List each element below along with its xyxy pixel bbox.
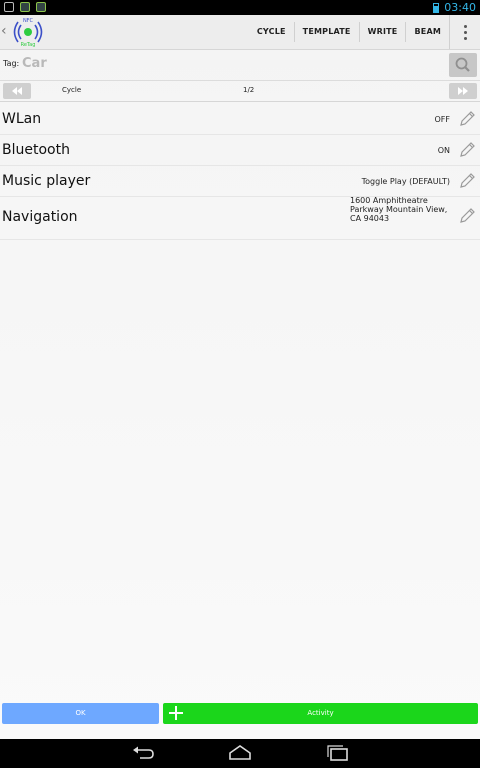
list-item[interactable]: WLan OFF — [0, 104, 480, 135]
edit-pencil-icon[interactable] — [458, 172, 476, 190]
logo-text-bottom: ReTag — [21, 42, 36, 48]
back-icon[interactable] — [130, 743, 156, 763]
write-action[interactable]: WRITE — [358, 22, 406, 42]
profile-name: Cycle — [62, 86, 82, 94]
recent-apps-icon[interactable] — [325, 743, 351, 763]
list-item[interactable]: Navigation 1600 Amphitheatre Parkway Mou… — [0, 196, 480, 240]
add-activity-button[interactable]: Activity — [163, 703, 478, 724]
item-label: WLan — [2, 111, 42, 127]
overflow-menu-icon[interactable] — [449, 15, 480, 49]
clock: 03:40 — [444, 1, 476, 14]
item-label: Navigation — [2, 209, 78, 225]
list-item[interactable]: Bluetooth ON — [0, 135, 480, 166]
item-value: Toggle Play (DEFAULT) — [361, 177, 450, 186]
status-bar: 03:40 — [0, 0, 480, 15]
tag-name-field[interactable]: Car — [22, 56, 47, 71]
tag-label: Tag: — [3, 59, 20, 68]
list-item[interactable]: Music player Toggle Play (DEFAULT) — [0, 166, 480, 197]
settings-list: WLan OFF Bluetooth ON Music player Toggl… — [0, 104, 480, 240]
previous-button[interactable] — [3, 83, 31, 99]
system-navigation-bar — [0, 739, 480, 768]
item-value: 1600 Amphitheatre Parkway Mountain View,… — [350, 196, 448, 223]
plus-icon — [169, 706, 183, 720]
app-logo-icon[interactable]: NFC ReTag — [6, 16, 50, 48]
ok-button[interactable]: OK — [2, 703, 159, 724]
action-bar: ‹ NFC ReTag CYCLE TEMPLATE WRITE BEAM — [0, 15, 480, 50]
search-button[interactable] — [449, 53, 477, 77]
profile-pager: Cycle 1/2 — [0, 81, 480, 102]
robot-notification-icon — [36, 2, 46, 12]
edit-pencil-icon[interactable] — [458, 110, 476, 128]
cycle-action[interactable]: CYCLE — [249, 22, 294, 42]
search-icon — [455, 57, 470, 72]
notification-icons — [4, 2, 46, 12]
home-icon[interactable] — [227, 743, 253, 763]
item-label: Music player — [2, 173, 91, 189]
edit-pencil-icon[interactable] — [458, 141, 476, 159]
beam-action[interactable]: BEAM — [405, 22, 449, 42]
page-count: 1/2 — [243, 86, 255, 94]
battery-icon — [433, 2, 440, 13]
template-action[interactable]: TEMPLATE — [293, 22, 359, 42]
fast-forward-icon — [458, 87, 468, 95]
item-value: ON — [437, 146, 450, 155]
item-label: Bluetooth — [2, 142, 70, 158]
edit-pencil-icon[interactable] — [458, 207, 476, 225]
logo-text-top: NFC — [23, 18, 34, 24]
screenshot-notification-icon — [4, 2, 14, 12]
activity-label: Activity — [307, 709, 334, 717]
android-notification-icon — [20, 2, 30, 12]
bottom-buttons: OK Activity — [0, 703, 480, 725]
item-value: OFF — [434, 115, 451, 124]
rewind-icon — [12, 87, 22, 95]
tag-row: Tag: Car — [0, 50, 480, 81]
next-button[interactable] — [449, 83, 477, 99]
